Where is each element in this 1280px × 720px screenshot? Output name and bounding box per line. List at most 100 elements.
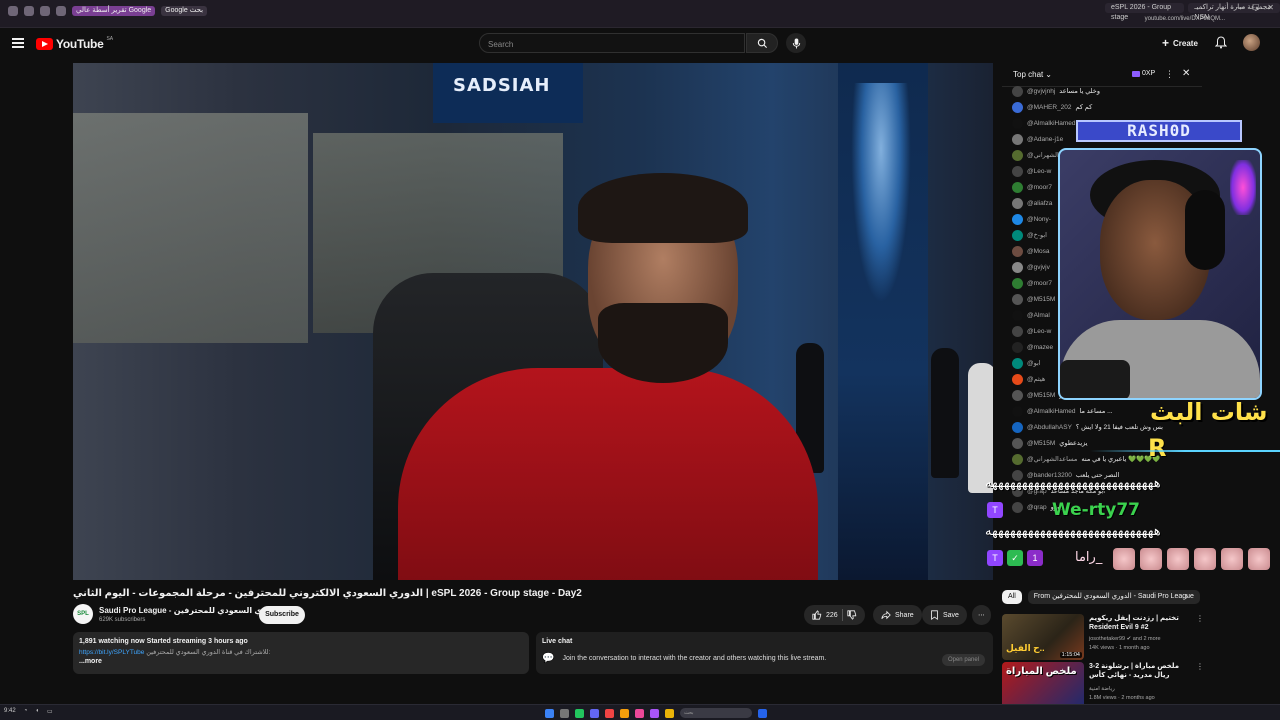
chat-username[interactable]: @Nony-: [1027, 216, 1051, 223]
clock[interactable]: 9:42: [4, 708, 16, 715]
chat-avatar[interactable]: [1012, 277, 1023, 289]
chat-avatar[interactable]: [1012, 389, 1023, 401]
wifi-icon[interactable]: ◔: [24, 708, 28, 715]
chat-mode-selector[interactable]: Top chat ⌄: [1013, 70, 1052, 79]
chat-avatar[interactable]: [1012, 165, 1023, 177]
chat-avatar[interactable]: [1012, 437, 1023, 449]
share-button[interactable]: Share: [873, 605, 922, 625]
account-avatar[interactable]: [1243, 34, 1260, 51]
windows-icon[interactable]: [758, 708, 767, 718]
browser-back-icon[interactable]: [24, 6, 34, 16]
chat-username[interactable]: @M515M: [1027, 440, 1055, 447]
volume-icon[interactable]: ◖: [35, 708, 39, 715]
subscribe-button[interactable]: Subscribe: [259, 606, 305, 624]
hamburger-menu-icon[interactable]: [12, 38, 24, 48]
chat-username[interactable]: @هيثم: [1027, 375, 1045, 383]
recommended-thumbnail[interactable]: ح الفيل.. 1:15:04: [1002, 614, 1084, 660]
browser-menu-icon[interactable]: [8, 6, 18, 16]
start-menu-icon[interactable]: [545, 708, 554, 718]
chip-from-channel[interactable]: From الدوري السعودي للمحترفين - Saudi Pr…: [1027, 590, 1200, 604]
youtube-logo[interactable]: YouTube SA: [36, 36, 113, 51]
chat-username[interactable]: @M515M: [1027, 392, 1055, 399]
recommended-title[interactable]: تختيم | رزدنت إيفل ريكويم Resident Evil …: [1089, 614, 1187, 632]
chevron-right-icon[interactable]: ›: [1185, 591, 1188, 602]
chip-all[interactable]: All: [1002, 590, 1022, 604]
app-icon[interactable]: [575, 708, 584, 718]
chat-avatar[interactable]: [1012, 85, 1023, 97]
chat-avatar[interactable]: [1012, 213, 1023, 225]
minimize-icon[interactable]: —: [1236, 3, 1244, 12]
taskbar-search[interactable]: بحث: [680, 708, 752, 718]
chat-avatar[interactable]: [1012, 341, 1023, 353]
open-panel-button[interactable]: Open panel: [941, 654, 985, 666]
maximize-icon[interactable]: ☐: [1252, 3, 1259, 12]
chat-avatar[interactable]: [1012, 453, 1023, 465]
chat-avatar[interactable]: [1012, 197, 1023, 209]
chat-avatar[interactable]: [1012, 245, 1023, 257]
chat-avatar[interactable]: [1012, 373, 1023, 385]
battery-icon[interactable]: ▭: [47, 708, 53, 715]
chat-username[interactable]: @Leo-w: [1027, 328, 1051, 335]
chat-username[interactable]: @MAHER_202: [1027, 104, 1072, 111]
show-more-button[interactable]: ...more: [79, 658, 523, 665]
video-description[interactable]: 1,891 watching now Started streaming 3 h…: [73, 632, 529, 674]
chat-username[interactable]: @gvjvjnhj: [1027, 88, 1055, 95]
chat-avatar[interactable]: [1012, 229, 1023, 241]
recommended-more-icon[interactable]: ⋮: [1196, 614, 1204, 623]
chat-avatar[interactable]: [1012, 501, 1023, 513]
chat-username[interactable]: @gvjvjv: [1027, 264, 1050, 271]
chat-username[interactable]: @AbdullahASY: [1027, 424, 1072, 431]
chat-username[interactable]: @مساعدالشهراني: [1027, 455, 1077, 463]
chat-username[interactable]: @Mosa: [1027, 248, 1050, 255]
chat-username[interactable]: @AlmalkiHamed: [1027, 120, 1076, 127]
chat-avatar[interactable]: [1012, 133, 1023, 145]
notifications-bell-icon[interactable]: [1215, 36, 1227, 49]
chat-username[interactable]: @M515M: [1027, 296, 1055, 303]
close-chat-icon[interactable]: ✕: [1182, 68, 1190, 79]
app-icon[interactable]: [605, 708, 614, 718]
browser-reload-icon[interactable]: [56, 6, 66, 16]
chat-avatar[interactable]: [1012, 149, 1023, 161]
channel-avatar[interactable]: SPL: [73, 604, 93, 624]
app-icon[interactable]: [635, 708, 644, 718]
chat-username[interactable]: @aliafza: [1027, 200, 1052, 207]
chat-username[interactable]: @ابو-خ: [1027, 231, 1047, 239]
app-icon[interactable]: [590, 708, 599, 718]
chat-avatar[interactable]: [1012, 261, 1023, 273]
dislike-button[interactable]: [847, 610, 857, 620]
chat-avatar[interactable]: [1012, 357, 1023, 369]
chrome-icon[interactable]: [620, 708, 629, 718]
recommended-thumbnail[interactable]: ملخص المباراة: [1002, 662, 1084, 708]
chat-username[interactable]: @Leo-w: [1027, 168, 1051, 175]
bookmark-google[interactable]: تقرير أسطة عالي Google: [72, 6, 156, 16]
description-link[interactable]: https://bit.ly/SPLYTube: [79, 649, 144, 656]
chat-avatar[interactable]: [1012, 309, 1023, 321]
task-view-icon[interactable]: [560, 708, 569, 718]
recommended-title[interactable]: ملخص مباراة | برشلونة 2-3 ريال مدريد - ن…: [1089, 662, 1187, 680]
chat-avatar[interactable]: [1012, 293, 1023, 305]
chat-avatar[interactable]: [1012, 101, 1023, 113]
chat-username[interactable]: @ابو: [1027, 359, 1041, 367]
browser-forward-icon[interactable]: [40, 6, 50, 16]
chat-more-options-icon[interactable]: ⋮: [1165, 69, 1174, 80]
chat-username[interactable]: @moor7: [1027, 280, 1052, 287]
chat-username[interactable]: @Almal: [1027, 312, 1050, 319]
chat-username[interactable]: @Adane-j1e: [1027, 136, 1063, 143]
browser-url[interactable]: youtube.com/live/DXP9dQM...: [1145, 16, 1225, 22]
recommended-video[interactable]: ح الفيل.. 1:15:04 تختيم | رزدنت إيفل ريك…: [1002, 614, 1204, 660]
chat-username[interactable]: @mazee: [1027, 344, 1053, 351]
create-button[interactable]: + Create: [1162, 36, 1198, 50]
search-input[interactable]: [480, 35, 744, 54]
chat-avatar[interactable]: [1012, 181, 1023, 193]
recommended-channel[interactable]: رياضة امنية: [1089, 686, 1115, 692]
more-actions-button[interactable]: ⋯: [972, 605, 991, 625]
save-button[interactable]: Save: [922, 605, 967, 625]
chat-avatar[interactable]: [1012, 405, 1023, 417]
chat-avatar[interactable]: [1012, 325, 1023, 337]
video-player[interactable]: SADSIAH: [73, 63, 993, 580]
xp-badge[interactable]: 0XP: [1132, 70, 1155, 77]
app-icon[interactable]: [650, 708, 659, 718]
chat-username[interactable]: @AlmalkiHamed: [1027, 408, 1076, 415]
recommended-video[interactable]: ملخص المباراة ملخص مباراة | برشلونة 2-3 …: [1002, 662, 1204, 708]
voice-search-button[interactable]: [786, 33, 806, 53]
